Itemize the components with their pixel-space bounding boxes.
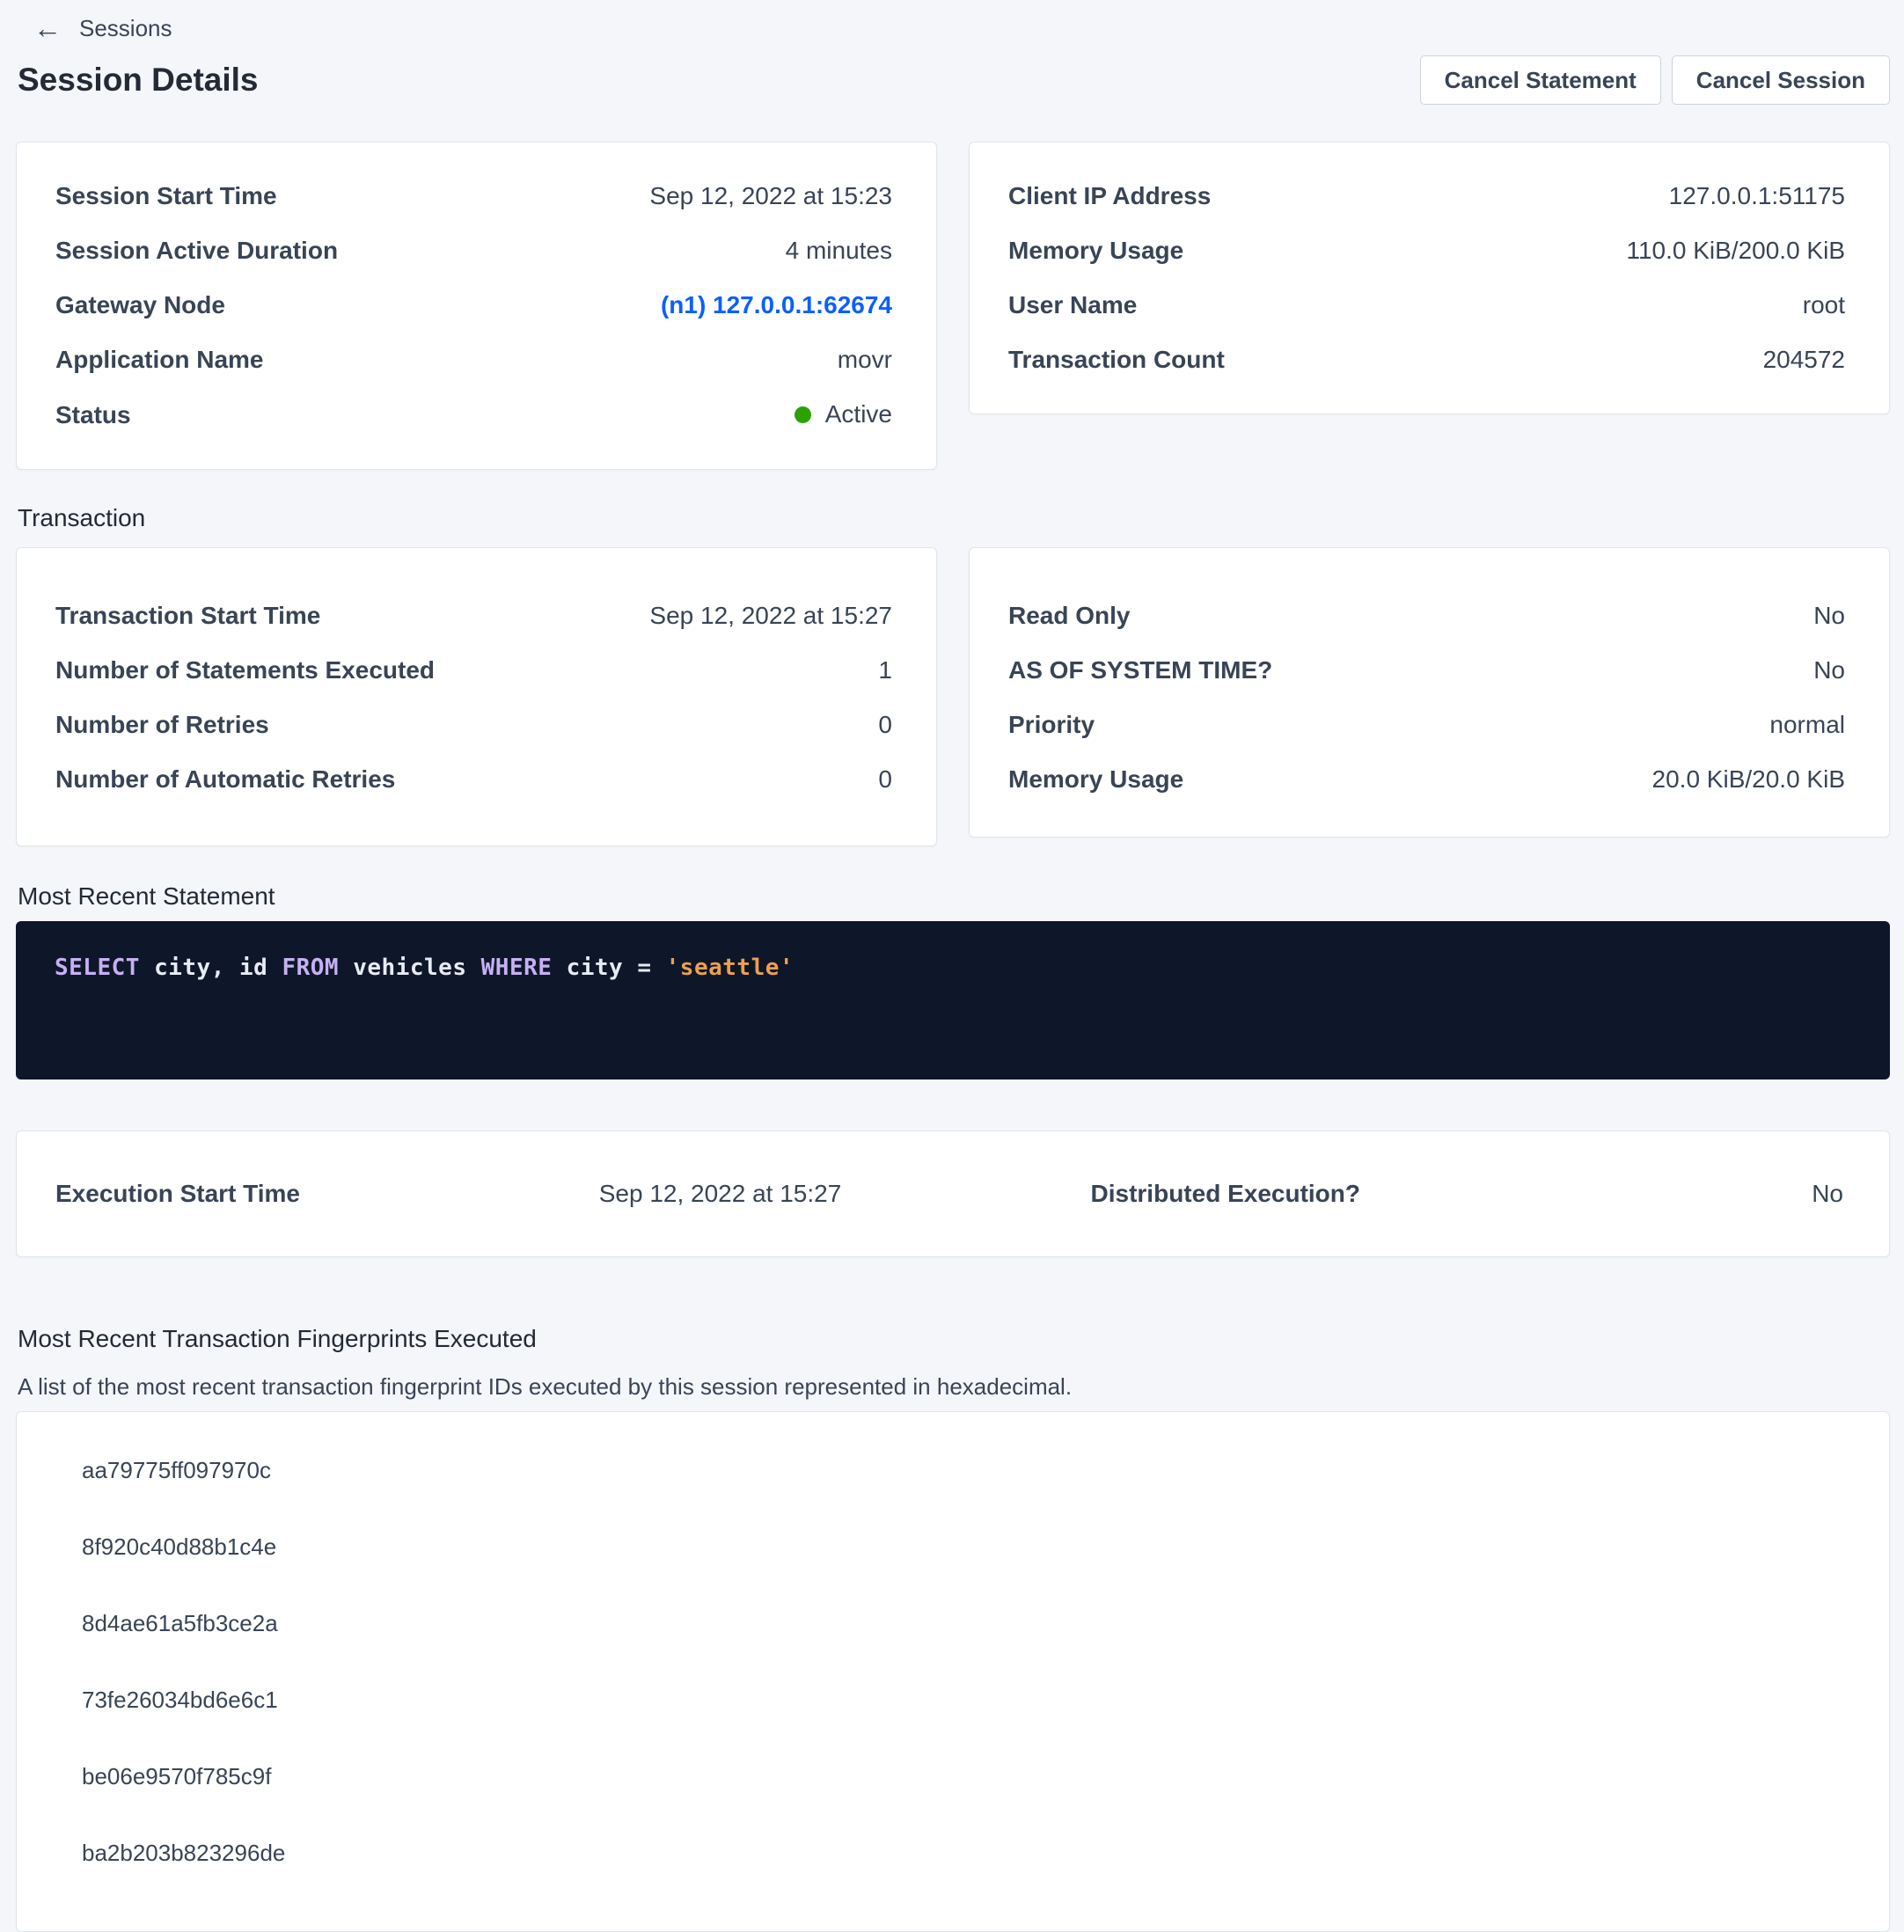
fingerprint-id: 73fe26034bd6e6c1 [82,1687,1845,1712]
sql-token-plain: vehicles [339,955,481,981]
row-label: Memory Usage [1008,238,1183,264]
row-value: movr [838,347,892,373]
transaction-cards-row: Transaction Start Time Sep 12, 2022 at 15… [16,547,1890,846]
summary-row: Number of Statements Executed 1 [55,657,892,684]
row-value: Sep 12, 2022 at 15:27 [649,603,892,629]
gateway-node-link[interactable]: (n1) 127.0.0.1:62674 [661,292,892,318]
row-value: Sep 12, 2022 at 15:23 [649,183,892,209]
summary-row: Session Active Duration 4 minutes [55,238,892,264]
execution-summary-card: Execution Start Time Sep 12, 2022 at 15:… [16,1131,1890,1257]
summary-row: Transaction Start Time Sep 12, 2022 at 15… [55,603,892,629]
row-label: Number of Statements Executed [55,657,435,684]
summary-row: User Name root [1008,292,1845,318]
session-summary-card-right: Client IP Address 127.0.0.1:51175 Memory U… [969,142,1890,414]
fingerprint-id: be06e9570f785c9f [82,1764,1845,1789]
row-value: 204572 [1763,347,1845,373]
session-summary-row: Session Start TimeSep 12, 2022 at 15:23S… [16,142,1890,470]
row-value: 127.0.0.1:51175 [1669,183,1845,209]
summary-row: Number of Retries 0 [55,712,892,738]
distributed-execution-label: Distributed Execution? [1091,1181,1812,1207]
summary-row: Gateway Node (n1) 127.0.0.1:62674 [55,292,892,318]
row-label: User Name [1008,292,1137,318]
summary-row: AS OF SYSTEM TIME? No [1008,657,1845,684]
row-value: normal [1769,712,1845,738]
row-label: Application Name [55,347,263,373]
row-label: Read Only [1008,603,1130,629]
fingerprints-section-description: A list of the most recent transaction fi… [18,1373,1890,1400]
row-label: Session Start Time [55,183,277,209]
sql-token-keyword: WHERE [481,955,553,981]
transaction-section-heading: Transaction [18,503,1890,533]
row-value: root [1803,292,1845,318]
summary-row: Application Name movr [55,347,892,373]
page-header: Session Details Cancel Statement Cancel … [16,55,1890,106]
fingerprint-id: ba2b203b823296de [82,1841,1845,1865]
row-label: Memory Usage [1008,766,1183,793]
summary-row: Priority normal [1008,712,1845,738]
row-value: 0 [878,766,892,793]
row-label: Number of Automatic Retries [55,766,395,793]
row-value: No [1813,603,1845,629]
session-summary-card-left: Session Start TimeSep 12, 2022 at 15:23S… [16,142,937,470]
row-label: Transaction Count [1008,347,1225,373]
row-value: 20.0 KiB/20.0 KiB [1652,766,1845,793]
execution-start-time-value: Sep 12, 2022 at 15:27 [599,1181,1091,1207]
fingerprints-card: aa79775ff097970c 8f920c40d88b1c4e 8d4ae61a… [16,1411,1890,1932]
summary-row: Status Active [55,401,892,428]
summary-row: Read Only No [1008,603,1845,629]
row-label: Status [55,402,131,428]
row-label: Client IP Address [1008,183,1211,209]
row-value: 0 [878,712,892,738]
arrow-left-icon: ← [33,12,62,44]
sql-statement-box: SELECT city, id FROM vehicles WHERE city… [16,921,1890,1079]
status-text: Active [825,401,892,428]
fingerprint-id: 8f920c40d88b1c4e [82,1534,1845,1559]
row-label: AS OF SYSTEM TIME? [1008,657,1272,684]
cancel-statement-button[interactable]: Cancel Statement [1420,55,1661,105]
most-recent-statement-heading: Most Recent Statement [18,882,1890,911]
page-title: Session Details [18,55,259,106]
summary-row: Transaction Count 204572 [1008,347,1845,373]
execution-start-time-label: Execution Start Time [55,1181,599,1207]
breadcrumb-back-sessions[interactable]: ← Sessions [16,7,172,44]
sql-token-keyword: SELECT [55,955,140,981]
sql-token-plain: city = [552,955,665,981]
row-value: 110.0 KiB/200.0 KiB [1626,238,1845,264]
fingerprint-id: aa79775ff097970c [82,1458,1845,1482]
transaction-card-right: Read Only No AS OF SYSTEM TIME? No Priority n… [969,547,1890,838]
transaction-card-left: Transaction Start Time Sep 12, 2022 at 15… [16,547,937,846]
fingerprints-section-heading: Most Recent Transaction Fingerprints Exe… [18,1324,1890,1354]
row-label: Priority [1008,712,1095,738]
row-value: No [1813,657,1845,684]
row-value: 1 [878,657,892,684]
sql-statement-text: SELECT city, id FROM vehicles WHERE city… [55,955,1851,981]
summary-row: Memory Usage 20.0 KiB/20.0 KiB [1008,766,1845,793]
row-label: Transaction Start Time [55,603,320,629]
row-value: 4 minutes [786,238,892,264]
row-label: Gateway Node [55,292,225,318]
summary-row: Memory Usage 110.0 KiB/200.0 KiB [1008,238,1845,264]
cancel-session-button[interactable]: Cancel Session [1672,55,1890,105]
fingerprint-id: 8d4ae61a5fb3ce2a [82,1611,1845,1636]
row-label: Session Active Duration [55,238,338,264]
sql-token-keyword: FROM [282,955,339,981]
summary-row: Client IP Address 127.0.0.1:51175 [1008,183,1845,209]
header-actions: Cancel Statement Cancel Session [1420,55,1890,105]
session-details-page: ← Sessions Session Details Cancel Statem… [0,0,1904,1932]
summary-row: Session Start Time Sep 12, 2022 at 15:23 [55,183,892,209]
breadcrumb-label: Sessions [79,12,172,44]
row-label: Number of Retries [55,712,269,738]
summary-row: Number of Automatic Retries 0 [55,766,892,793]
sql-token-string: 'seattle' [666,955,794,981]
status-dot-icon [795,406,811,423]
sql-token-plain: city, id [140,955,282,981]
distributed-execution-value: No [1812,1181,1843,1207]
status-badge: Active [795,401,892,428]
